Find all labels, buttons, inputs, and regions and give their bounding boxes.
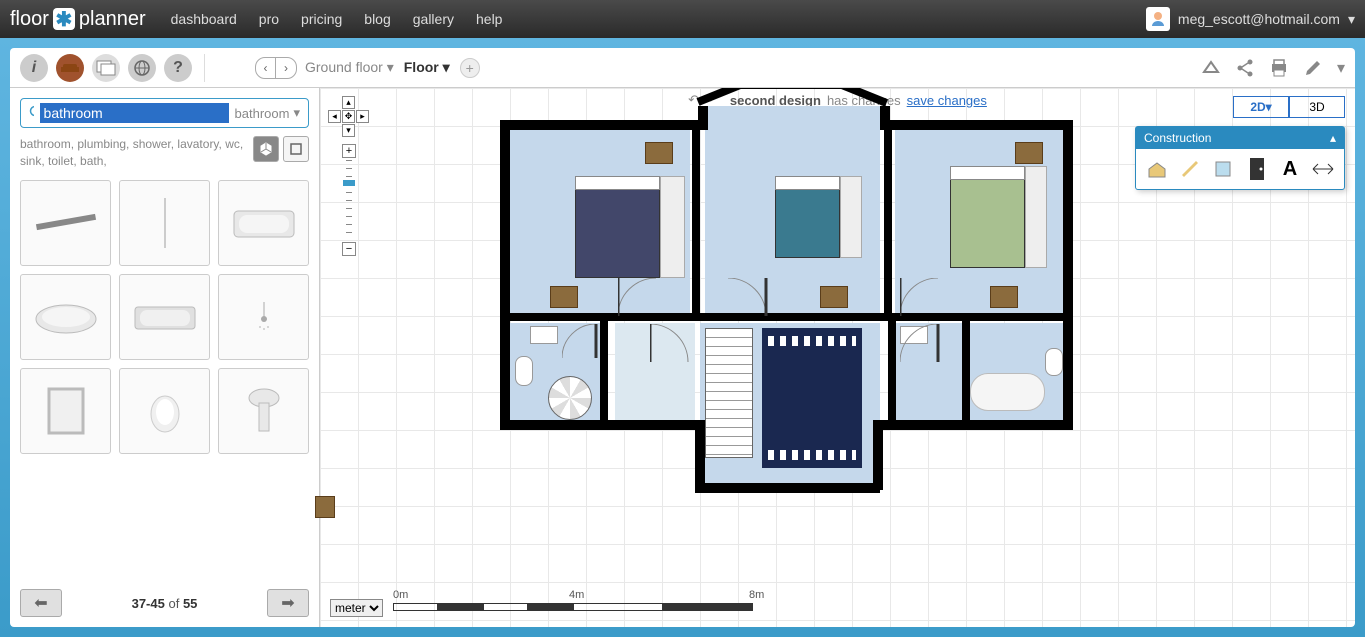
prev-page-button[interactable]: ⬅ — [20, 589, 62, 617]
back-button[interactable]: ‹ — [256, 58, 276, 78]
tool-surface[interactable] — [1209, 155, 1237, 183]
media-icon[interactable] — [92, 54, 120, 82]
tool-wall[interactable] — [1176, 155, 1204, 183]
scale-4: 4m — [569, 589, 584, 601]
zoom-in-button[interactable]: + — [342, 144, 356, 158]
toolbar: i ? ‹ › Ground floor ▾ Floor ▾ + ▾ — [10, 48, 1355, 88]
stray-item[interactable] — [315, 496, 335, 518]
unit-select[interactable]: meter — [330, 599, 383, 617]
pan-down-button[interactable]: ▾ — [342, 124, 355, 137]
pan-control: ▴ ◂ ✥ ▸ ▾ — [328, 96, 370, 138]
info-icon[interactable]: i — [20, 54, 48, 82]
scale-bar: meter 0m 4m 8m — [330, 599, 753, 617]
settings-icon[interactable] — [1303, 58, 1323, 78]
item-drain[interactable] — [20, 180, 111, 266]
nav-pro[interactable]: pro — [259, 11, 279, 27]
construction-panel: Construction ▴ A — [1135, 126, 1345, 190]
nav-help[interactable]: help — [476, 11, 502, 27]
pan-right-button[interactable]: ▸ — [356, 110, 369, 123]
view-toggle — [253, 136, 309, 162]
search-tags: bathroom, plumbing, shower, lavatory, wc… — [20, 136, 245, 170]
nav-dashboard[interactable]: dashboard — [171, 11, 237, 27]
nav-blog[interactable]: blog — [364, 11, 390, 27]
view-2d-button[interactable] — [283, 136, 309, 162]
canvas-controls: ▴ ◂ ✥ ▸ ▾ + − — [328, 96, 370, 256]
logo-text-right: planner — [79, 8, 146, 31]
pan-up-button[interactable]: ▴ — [342, 96, 355, 109]
avatar-icon — [1146, 7, 1170, 31]
search-input[interactable] — [40, 103, 229, 123]
pager-info: 37-45 of 55 — [132, 596, 198, 611]
view-2d-tab[interactable]: 2D ▾ — [1233, 96, 1289, 118]
zoom-handle[interactable] — [343, 180, 355, 186]
construction-title: Construction — [1144, 131, 1211, 145]
zoom-out-button[interactable]: − — [342, 242, 356, 256]
item-pipe[interactable] — [119, 180, 210, 266]
breadcrumb: Ground floor ▾ Floor ▾ + — [305, 58, 480, 78]
item-shower-head[interactable] — [218, 274, 309, 360]
view-3d-button[interactable] — [253, 136, 279, 162]
item-urinal[interactable] — [119, 368, 210, 454]
export-icon[interactable] — [1201, 58, 1221, 78]
item-bathtub-rect[interactable] — [218, 180, 309, 266]
tool-text[interactable]: A — [1276, 155, 1304, 183]
furniture-icon[interactable] — [56, 54, 84, 82]
breadcrumb-floor[interactable]: Floor ▾ — [404, 59, 450, 76]
item-sink-pedestal[interactable] — [218, 368, 309, 454]
item-bathtub-oval[interactable] — [20, 274, 111, 360]
user-email: meg_escott@hotmail.com — [1178, 11, 1340, 27]
item-mirror[interactable] — [20, 368, 111, 454]
add-floor-button[interactable]: + — [460, 58, 480, 78]
scale-8: 8m — [749, 589, 764, 601]
item-bathtub-2[interactable] — [119, 274, 210, 360]
sidebar: bathroom ▾ bathroom, plumbing, shower, l… — [10, 88, 320, 627]
top-nav: floor ✱ planner dashboard pro pricing bl… — [0, 0, 1365, 38]
user-menu[interactable]: meg_escott@hotmail.com ▾ — [1146, 7, 1355, 31]
history-nav: ‹ › — [255, 57, 297, 79]
tool-room[interactable] — [1143, 155, 1171, 183]
floor-plan[interactable] — [500, 98, 1076, 498]
logo-icon: ✱ — [53, 8, 75, 30]
tool-dimension[interactable] — [1309, 155, 1337, 183]
chevron-down-icon: ▾ — [1348, 11, 1355, 28]
search-box: bathroom ▾ — [20, 98, 309, 128]
furniture-grid — [20, 180, 309, 454]
nav-gallery[interactable]: gallery — [413, 11, 454, 27]
breadcrumb-level[interactable]: Ground floor ▾ — [305, 59, 394, 76]
search-filter-dropdown[interactable]: bathroom ▾ — [229, 105, 300, 121]
nav-pricing[interactable]: pricing — [301, 11, 342, 27]
print-icon[interactable] — [1269, 58, 1289, 78]
zoom-control: + − — [342, 144, 356, 256]
view-3d-tab[interactable]: 3D — [1289, 96, 1345, 118]
zoom-track[interactable] — [346, 160, 352, 240]
next-page-button[interactable]: ➡ — [267, 589, 309, 617]
view-mode-toggle: 2D ▾ 3D — [1233, 96, 1345, 118]
scale-0: 0m — [393, 589, 408, 601]
pan-left-button[interactable]: ◂ — [328, 110, 341, 123]
share-icon[interactable] — [1235, 58, 1255, 78]
logo-text-left: floor — [10, 8, 49, 31]
globe-icon[interactable] — [128, 54, 156, 82]
nav-items: dashboard pro pricing blog gallery help — [171, 11, 503, 27]
logo[interactable]: floor ✱ planner — [10, 8, 146, 31]
pan-center-button[interactable]: ✥ — [342, 110, 355, 123]
tool-door[interactable] — [1243, 155, 1271, 183]
search-icon — [29, 105, 34, 121]
forward-button[interactable]: › — [276, 58, 296, 78]
pager: ⬅ 37-45 of 55 ➡ — [20, 579, 309, 617]
menu-dropdown[interactable]: ▾ — [1337, 58, 1345, 78]
separator — [204, 54, 205, 82]
chevron-down-icon: ▾ — [293, 105, 300, 121]
collapse-icon[interactable]: ▴ — [1330, 131, 1336, 145]
help-icon[interactable]: ? — [164, 54, 192, 82]
canvas[interactable]: ▴ ◂ ✥ ▸ ▾ + − ↶ ↷ second design has chan… — [320, 88, 1355, 627]
